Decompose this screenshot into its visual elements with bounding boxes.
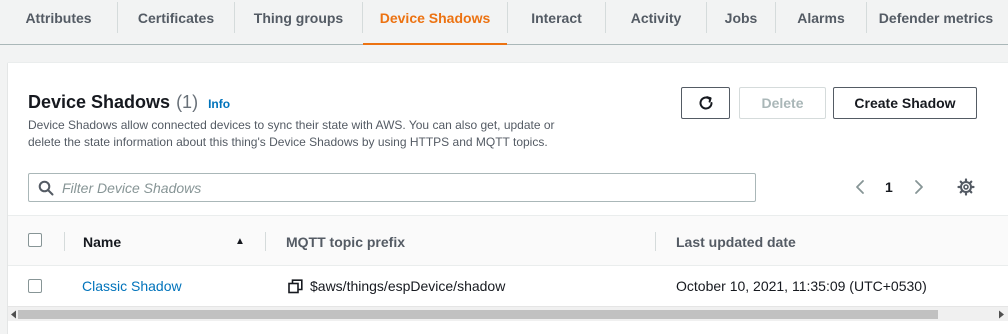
filter-input[interactable] — [62, 179, 742, 196]
panel-description: Device Shadows allow connected devices t… — [28, 118, 555, 149]
column-divider[interactable] — [265, 232, 266, 251]
delete-button[interactable]: Delete — [739, 87, 826, 119]
copy-icon[interactable] — [288, 278, 303, 294]
column-header-last-updated[interactable]: Last updated date — [676, 216, 796, 267]
column-divider[interactable] — [655, 232, 656, 251]
filter-field[interactable] — [28, 173, 756, 202]
tab-interact[interactable]: Interact — [508, 0, 605, 35]
column-divider — [64, 232, 65, 251]
page-number[interactable]: 1 — [885, 176, 893, 198]
device-shadows-panel: Device Shadows (1) Info Device Shadows a… — [8, 62, 1008, 334]
page-title: Device Shadows — [28, 92, 171, 112]
column-header-mqtt-prefix[interactable]: MQTT topic prefix — [286, 216, 405, 267]
tab-jobs[interactable]: Jobs — [707, 0, 775, 35]
next-page-button[interactable] — [913, 176, 925, 198]
refresh-icon — [699, 96, 712, 110]
chevron-right-icon — [915, 180, 923, 194]
horizontal-scrollbar[interactable] — [8, 306, 1008, 321]
row-checkbox[interactable] — [28, 279, 42, 293]
gear-icon — [957, 178, 975, 196]
last-updated-cell: October 10, 2021, 11:35:09 (UTC+0530) — [676, 278, 927, 294]
mqtt-prefix-cell: $aws/things/espDevice/shadow — [288, 266, 505, 306]
create-shadow-button[interactable]: Create Shadow — [833, 87, 977, 119]
tab-bar: Attributes Certificates Thing groups Dev… — [0, 0, 1008, 45]
scrollbar-thumb[interactable] — [18, 310, 938, 319]
tab-alarms[interactable]: Alarms — [776, 0, 866, 35]
tab-activity[interactable]: Activity — [606, 0, 706, 35]
table-header: Name ▲ MQTT topic prefix Last updated da… — [8, 215, 1008, 266]
mqtt-prefix-text: $aws/things/espDevice/shadow — [310, 278, 506, 294]
sort-ascending-icon[interactable]: ▲ — [235, 216, 245, 267]
info-link[interactable]: Info — [208, 97, 230, 111]
tab-certificates[interactable]: Certificates — [118, 0, 234, 35]
column-header-name[interactable]: Name — [83, 216, 121, 267]
select-all-checkbox[interactable] — [28, 233, 42, 247]
chevron-left-icon — [856, 180, 864, 194]
tab-defender-metrics[interactable]: Defender metrics — [867, 0, 1005, 35]
shadow-count: (1) — [176, 92, 199, 112]
preferences-button[interactable] — [957, 176, 975, 198]
panel-header: Device Shadows (1) Info — [28, 92, 230, 113]
refresh-button[interactable] — [681, 87, 730, 119]
shadow-name-link[interactable]: Classic Shadow — [82, 266, 182, 306]
table-row: Classic Shadow $aws/things/espDevice/sha… — [8, 266, 1008, 306]
tab-attributes[interactable]: Attributes — [0, 0, 117, 35]
tab-thing-groups[interactable]: Thing groups — [235, 0, 362, 35]
previous-page-button[interactable] — [854, 176, 866, 198]
scroll-right-icon[interactable] — [996, 310, 1006, 319]
tab-device-shadows[interactable]: Device Shadows — [363, 0, 507, 45]
search-icon — [38, 180, 54, 195]
